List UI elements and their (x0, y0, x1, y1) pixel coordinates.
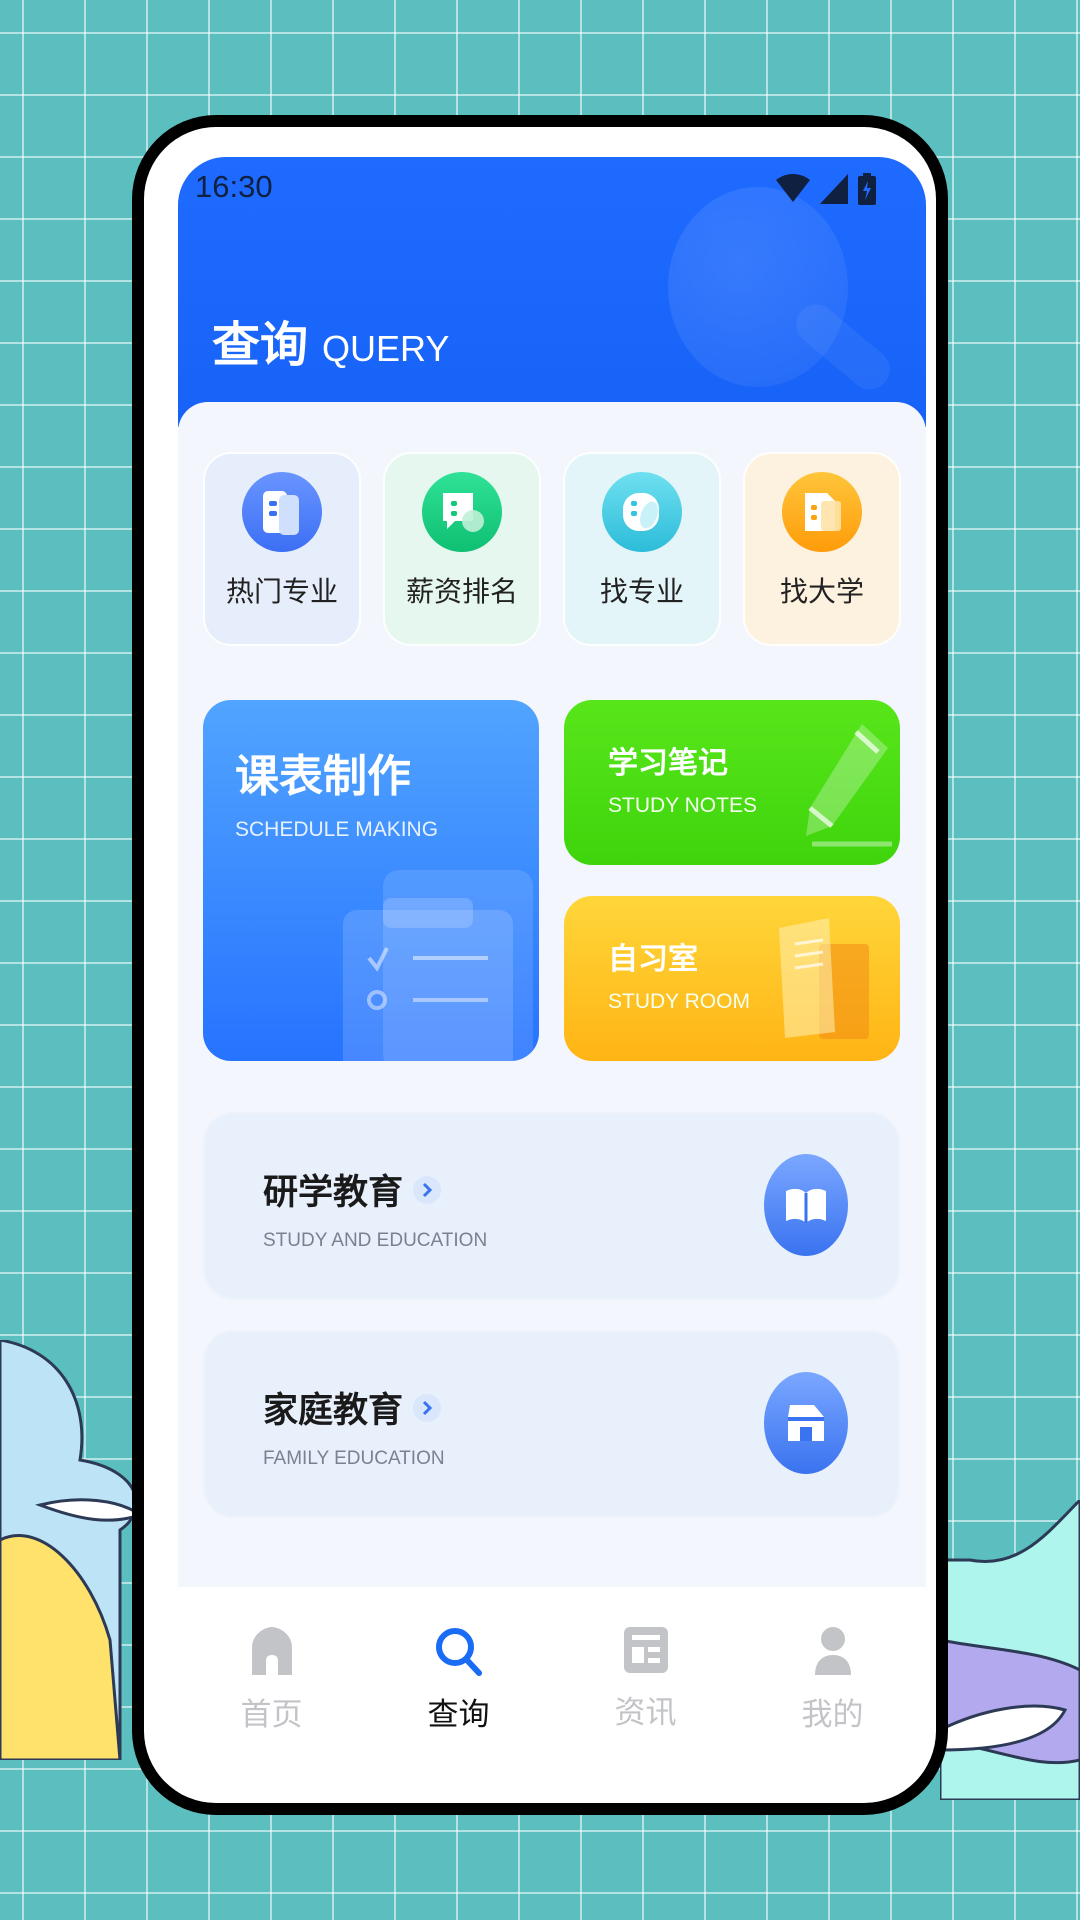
list-item-title-text: 研学教育 (263, 1173, 404, 1213)
study-room-card[interactable]: 自习室 STUDY ROOM (564, 896, 900, 1061)
app-screen: 16:30 查询 QUERY 热门专业 薪资排名 找专业 找大学 课表制作 SC… (178, 157, 926, 1587)
pencil-icon (806, 724, 892, 847)
tab-news[interactable]: 资讯 (552, 1587, 739, 1797)
content-area: 热门专业 薪资排名 找专业 找大学 课表制作 SCHEDULE MAKING 学… (178, 402, 926, 1587)
chevron-right-icon (413, 1175, 442, 1204)
list-item-title: 家庭教育 (263, 1382, 442, 1433)
phone-screen: 16:30 查询 QUERY 热门专业 薪资排名 找专业 找大学 课表制作 SC… (144, 127, 936, 1803)
study-notes-title: 学习笔记 (608, 746, 728, 781)
schedule-subtitle: SCHEDULE MAKING (235, 818, 439, 841)
wifi-icon (776, 174, 810, 202)
door-icon (779, 918, 869, 1039)
study-room-subtitle: STUDY ROOM (608, 990, 750, 1013)
list-item-study-education[interactable]: 研学教育 STUDY AND EDUCATION (203, 1112, 900, 1300)
list-item-family-education[interactable]: 家庭教育 FAMILY EDUCATION (203, 1330, 900, 1518)
tab-home[interactable]: 首页 (178, 1587, 365, 1797)
book-icon (242, 472, 322, 552)
search-icon (435, 1628, 482, 1676)
page-title: 查询 QUERY (212, 305, 449, 375)
capsule-icon (602, 472, 682, 552)
house-icon (764, 1372, 848, 1474)
list-item-subtitle: STUDY AND EDUCATION (263, 1230, 488, 1251)
status-time: 16:30 (195, 169, 273, 204)
tab-label: 首页 (240, 1697, 303, 1733)
magnifier-decoration (668, 187, 848, 387)
page-title-en: QUERY (322, 328, 450, 369)
decorative-blob-left (0, 1340, 144, 1760)
quick-label: 找专业 (599, 575, 684, 608)
tab-query[interactable]: 查询 (365, 1587, 552, 1797)
list-item-title: 研学教育 (263, 1164, 442, 1215)
tab-mine[interactable]: 我的 (739, 1587, 926, 1797)
quick-label: 薪资排名 (405, 575, 518, 608)
battery-icon (858, 173, 876, 205)
page-title-cn: 查询 (212, 317, 309, 373)
home-icon (251, 1627, 292, 1675)
decorative-blob-right (940, 1500, 1080, 1800)
news-icon (623, 1627, 668, 1673)
study-room-title: 自习室 (608, 942, 698, 977)
quick-hot-majors[interactable]: 热门专业 (203, 452, 361, 646)
user-icon (814, 1627, 851, 1675)
bottom-tab-bar: 首页 查询 资讯 我的 (178, 1587, 926, 1797)
schedule-title: 课表制作 (235, 751, 411, 802)
quick-salary-ranking[interactable]: 薪资排名 (383, 452, 541, 646)
chat-icon (422, 472, 502, 552)
signal-icon (820, 174, 848, 204)
building-icon (782, 472, 862, 552)
study-notes-subtitle: STUDY NOTES (608, 794, 757, 817)
schedule-making-card[interactable]: 课表制作 SCHEDULE MAKING (203, 700, 539, 1061)
study-notes-card[interactable]: 学习笔记 STUDY NOTES (564, 700, 900, 865)
list-item-subtitle: FAMILY EDUCATION (263, 1448, 445, 1469)
quick-actions: 热门专业 薪资排名 找专业 找大学 (203, 452, 901, 646)
header: 16:30 查询 QUERY (178, 157, 926, 427)
quick-find-university[interactable]: 找大学 (743, 452, 901, 646)
tab-label: 资讯 (614, 1695, 677, 1731)
clipboard-icon (343, 870, 533, 1061)
quick-label: 找大学 (779, 575, 864, 608)
chevron-right-icon (413, 1393, 442, 1422)
quick-label: 热门专业 (225, 575, 338, 608)
phone-frame: 16:30 查询 QUERY 热门专业 薪资排名 找专业 找大学 课表制作 SC… (132, 115, 948, 1815)
tab-label: 我的 (801, 1697, 864, 1733)
open-book-icon (764, 1154, 848, 1256)
quick-find-major[interactable]: 找专业 (563, 452, 721, 646)
tab-label: 查询 (427, 1697, 490, 1733)
status-icons (776, 173, 876, 205)
list-item-title-text: 家庭教育 (263, 1391, 404, 1431)
